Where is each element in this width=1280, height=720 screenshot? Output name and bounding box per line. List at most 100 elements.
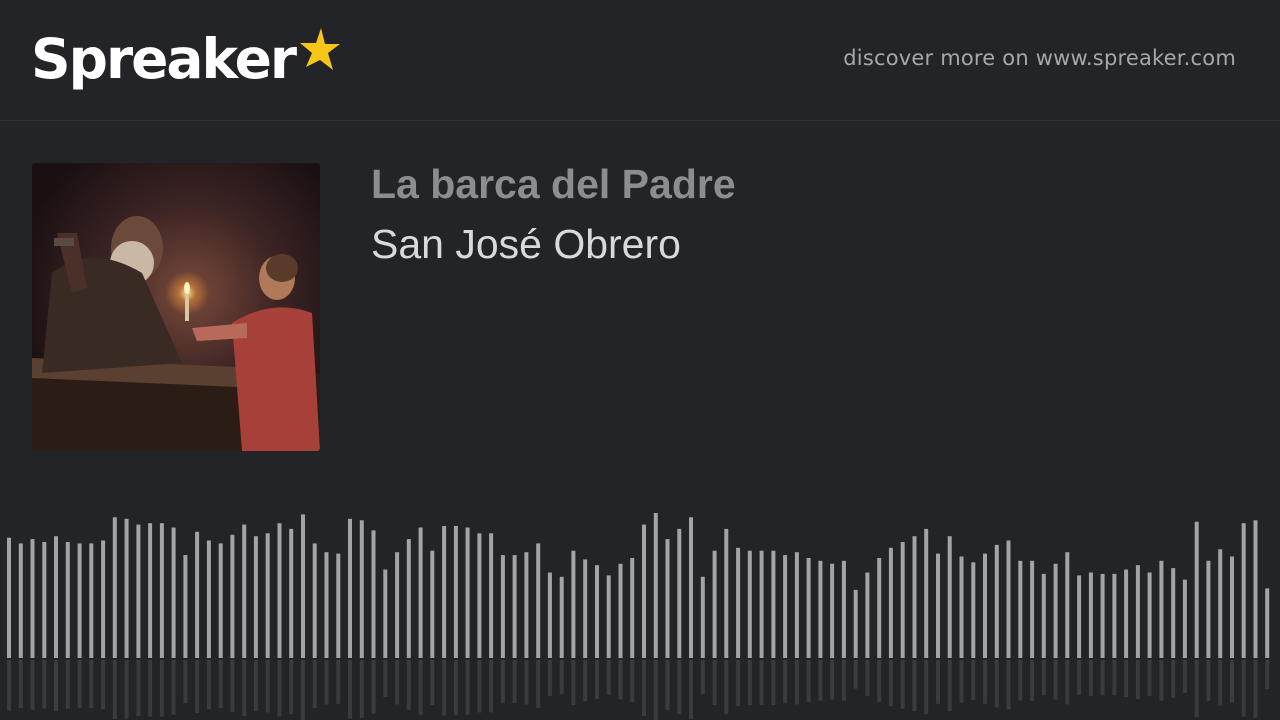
waveform-bar	[54, 536, 58, 658]
waveform-bar-reflection	[77, 660, 82, 709]
waveform-bar-reflection	[1218, 660, 1223, 706]
waveform-bar	[1171, 568, 1176, 658]
waveform-bar	[218, 543, 223, 658]
waveform-bar-reflection	[1030, 660, 1035, 701]
waveform-bar-reflection	[1147, 660, 1152, 696]
waveform-bar-reflection	[665, 660, 670, 710]
waveform-bar-reflection	[1041, 660, 1046, 696]
waveform-bar	[712, 550, 717, 658]
waveform-bar	[806, 558, 811, 658]
waveform-bar	[442, 526, 447, 658]
waveform-bar-reflection	[477, 660, 482, 713]
waveform-bar-reflection	[1018, 660, 1023, 701]
show-title[interactable]: La barca del Padre	[371, 160, 736, 208]
waveform-bar-reflection	[136, 660, 141, 716]
waveform-bar	[1041, 573, 1046, 658]
waveform-bar-reflection	[253, 660, 258, 712]
waveform-bar-reflection	[500, 660, 505, 704]
waveform-bar	[359, 520, 364, 659]
waveform-bar	[559, 576, 564, 658]
waveform-bar-reflection	[159, 660, 164, 717]
waveform-bar-reflection	[1124, 660, 1129, 698]
episode-title: San José Obrero	[371, 221, 681, 267]
waveform-bar	[430, 550, 435, 658]
waveform-bar-reflection	[536, 660, 541, 709]
spreaker-logo[interactable]: Spreaker	[31, 26, 341, 98]
waveform-bar	[783, 555, 788, 658]
waveform-bar	[336, 553, 341, 658]
waveform-bar-reflection	[1182, 660, 1187, 693]
audio-waveform[interactable]	[0, 500, 1280, 720]
waveform-bar-reflection	[1194, 660, 1199, 718]
waveform-bar-reflection	[724, 660, 729, 715]
waveform-bar	[159, 523, 164, 658]
waveform-bar-reflection	[218, 660, 223, 709]
waveform-bar	[994, 544, 999, 658]
waveform-bar-reflection	[877, 660, 882, 702]
waveform-bar	[1159, 560, 1164, 658]
waveform-bar-reflection	[794, 660, 799, 705]
waveform-bar-reflection	[983, 660, 987, 704]
waveform-bar-reflection	[277, 660, 282, 717]
waveform-bar	[794, 552, 799, 658]
waveform-bar	[747, 550, 752, 658]
waveform-bar	[477, 533, 482, 658]
star-icon	[300, 28, 341, 70]
waveform-bar	[500, 555, 505, 658]
waveform-bar	[77, 543, 82, 658]
waveform-bar-reflection	[348, 660, 352, 719]
waveform-bar	[877, 558, 882, 658]
waveform-bar-reflection	[994, 660, 999, 708]
waveform-bar	[289, 528, 294, 658]
waveform-bar	[371, 530, 376, 658]
waveform-bar-reflection	[324, 660, 329, 705]
waveform-bar-reflection	[806, 660, 811, 702]
waveform-bar-reflection	[841, 660, 846, 701]
waveform-bar	[1065, 552, 1070, 658]
waveform-bar-reflection	[418, 660, 423, 715]
waveform-bar	[406, 539, 411, 658]
waveform-bar	[1006, 540, 1011, 658]
waveform-bar	[112, 517, 117, 658]
waveform-bar-reflection	[653, 660, 658, 720]
waveform-bar-reflection	[736, 660, 741, 707]
waveform-bar	[1124, 569, 1129, 658]
waveform-bar-reflection	[618, 660, 623, 700]
waveform-bar	[830, 563, 835, 659]
waveform-bar-reflection	[971, 660, 976, 701]
discover-link[interactable]: discover more on www.spreaker.com	[843, 46, 1236, 70]
waveform-bar	[1253, 520, 1258, 659]
waveform-bar	[865, 572, 870, 658]
waveform-bar	[630, 558, 635, 658]
waveform-bar	[7, 537, 11, 658]
waveform-bar-reflection	[642, 660, 646, 716]
waveform-bar-reflection	[912, 660, 917, 712]
waveform-bar-reflection	[571, 660, 576, 706]
waveform-bar	[536, 543, 541, 658]
waveform-bar-reflection	[818, 660, 823, 701]
waveform-bar-reflection	[747, 660, 752, 706]
waveform-bar	[924, 528, 929, 658]
waveform-bar	[253, 536, 258, 658]
waveform-bar	[677, 528, 682, 658]
waveform-bar	[983, 553, 987, 658]
waveform-bar-reflection	[689, 660, 693, 720]
waveform-bar	[30, 539, 35, 658]
waveform-bar	[1088, 572, 1093, 658]
waveform-bar	[1030, 560, 1035, 658]
waveform-bar	[324, 552, 329, 658]
waveform-bar-reflection	[677, 660, 682, 715]
waveform-bar-reflection	[1230, 660, 1234, 703]
waveform-bar-reflection	[865, 660, 870, 696]
waveform-bar-reflection	[1171, 660, 1176, 698]
episode-cover-image	[32, 163, 320, 451]
waveform-bar	[1241, 523, 1246, 658]
waveform-bar	[277, 523, 282, 658]
waveform-bar-reflection	[453, 660, 458, 716]
waveform-bar-reflection	[853, 660, 858, 689]
waveform-bar-reflection	[712, 660, 717, 706]
waveform-bar	[665, 539, 670, 658]
waveform-bar	[183, 555, 188, 658]
waveform-bar-reflection	[230, 660, 235, 712]
waveform-bar	[1206, 560, 1211, 658]
